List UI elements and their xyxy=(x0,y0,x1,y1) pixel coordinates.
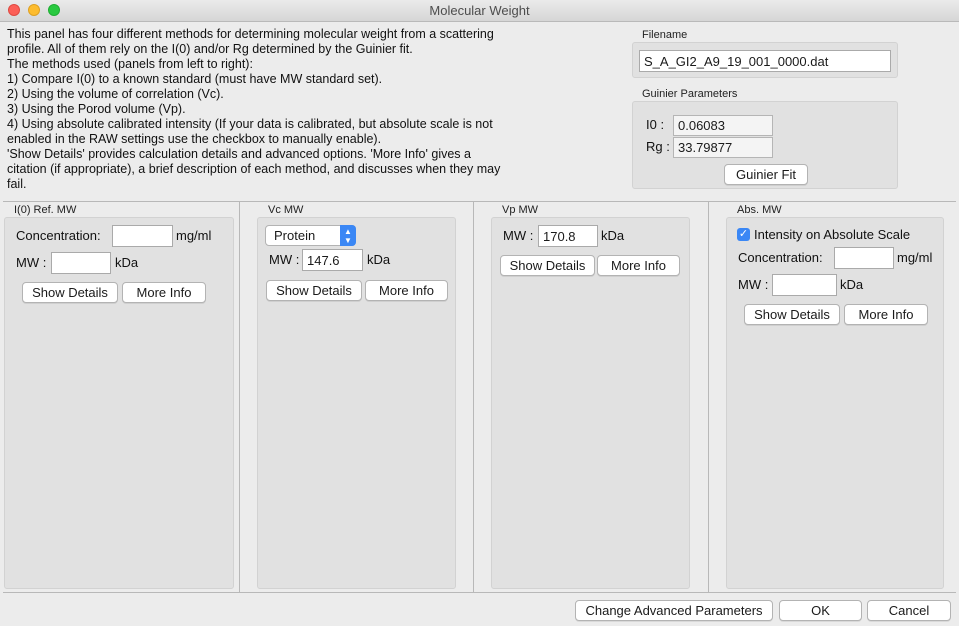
abs-mw-title: Abs. MW xyxy=(737,204,782,216)
vc-mw-panel: Protein ▲ ▼ MW : 147.6 kDa Show Details M… xyxy=(257,217,456,589)
description-line: This panel has four different methods fo… xyxy=(7,27,494,41)
top-separator xyxy=(3,201,956,202)
chevron-up-down-icon: ▲ ▼ xyxy=(340,225,356,246)
i0-ref-mw-title: I(0) Ref. MW xyxy=(14,204,77,216)
abs-more-info-button[interactable]: More Info xyxy=(844,304,928,325)
rg-value: 33.79877 xyxy=(673,137,773,158)
vp-more-info-button[interactable]: More Info xyxy=(597,255,680,276)
abs-mw-input[interactable] xyxy=(772,274,837,296)
vp-mw-unit: kDa xyxy=(601,228,625,243)
abs-mw-unit: kDa xyxy=(840,277,864,292)
abs-concentration-label: Concentration: xyxy=(738,250,823,265)
description-line: 3) Using the Porod volume (Vp). xyxy=(7,102,186,116)
description-line: 2) Using the volume of correlation (Vc). xyxy=(7,87,224,101)
i0-concentration-label: Concentration: xyxy=(16,228,101,243)
filename-field[interactable]: S_A_GI2_A9_19_001_0000.dat xyxy=(639,50,891,72)
vp-mw-input[interactable]: 170.8 xyxy=(538,225,598,247)
bottom-separator xyxy=(3,592,956,593)
panel-divider xyxy=(473,202,474,592)
checkmark-icon: ✓ xyxy=(738,228,749,240)
description-line: 'Show Details' provides calculation deta… xyxy=(7,147,471,161)
vc-mw-title: Vc MW xyxy=(268,204,304,216)
abs-mw-panel: ✓ Intensity on Absolute Scale Concentrat… xyxy=(726,217,944,589)
vp-show-details-button[interactable]: Show Details xyxy=(500,255,595,276)
vp-mw-panel: MW : 170.8 kDa Show Details More Info xyxy=(491,217,690,589)
description-text: This panel has four different methods fo… xyxy=(7,27,567,192)
i0-label: I0 : xyxy=(646,117,665,132)
i0-concentration-unit: mg/ml xyxy=(176,228,212,243)
abs-mw-label: MW : xyxy=(738,277,769,292)
description-line: profile. All of them rely on the I(0) an… xyxy=(7,42,413,56)
description-line: fail. xyxy=(7,177,27,191)
abs-concentration-input[interactable] xyxy=(834,247,894,269)
vp-mw-label: MW : xyxy=(503,228,534,243)
panel-divider xyxy=(708,202,709,592)
vc-mw-unit: kDa xyxy=(367,252,391,267)
description-line: 4) Using absolute calibrated intensity (… xyxy=(7,117,493,131)
vc-mw-label: MW : xyxy=(269,252,300,267)
ok-button[interactable]: OK xyxy=(779,600,862,621)
i0-mw-input[interactable] xyxy=(51,252,111,274)
i0-show-details-button[interactable]: Show Details xyxy=(22,282,118,303)
i0-concentration-input[interactable] xyxy=(112,225,173,247)
rg-label: Rg : xyxy=(646,139,670,154)
cancel-button[interactable]: Cancel xyxy=(867,600,951,621)
absolute-scale-label[interactable]: Intensity on Absolute Scale xyxy=(754,227,910,242)
filename-label: Filename xyxy=(642,29,688,41)
abs-concentration-unit: mg/ml xyxy=(897,250,933,265)
description-line: citation (if appropriate), a brief descr… xyxy=(7,162,501,176)
i0-mw-unit: kDa xyxy=(115,255,139,270)
molecule-type-selected: Protein xyxy=(274,228,316,243)
molecule-type-select[interactable]: Protein ▲ ▼ xyxy=(265,225,356,246)
guinier-parameters-box: I0 : 0.06083 Rg : 33.79877 Guinier Fit xyxy=(632,101,898,189)
window-title: Molecular Weight xyxy=(429,3,530,18)
i0-value: 0.06083 xyxy=(673,115,773,136)
vc-show-details-button[interactable]: Show Details xyxy=(266,280,362,301)
i0-more-info-button[interactable]: More Info xyxy=(122,282,206,303)
title-bar: Molecular Weight xyxy=(0,0,959,22)
i0-mw-label: MW : xyxy=(16,255,47,270)
vp-mw-title: Vp MW xyxy=(502,204,539,216)
guinier-fit-button[interactable]: Guinier Fit xyxy=(724,164,808,185)
change-advanced-parameters-button[interactable]: Change Advanced Parameters xyxy=(575,600,773,621)
vc-more-info-button[interactable]: More Info xyxy=(365,280,448,301)
vc-mw-input[interactable]: 147.6 xyxy=(302,249,363,271)
absolute-scale-checkbox[interactable]: ✓ xyxy=(737,228,750,241)
description-line: enabled in the RAW settings use the chec… xyxy=(7,132,382,146)
description-line: 1) Compare I(0) to a known standard (mus… xyxy=(7,72,383,86)
abs-show-details-button[interactable]: Show Details xyxy=(744,304,840,325)
guinier-parameters-label: Guinier Parameters xyxy=(642,88,738,100)
description-line: The methods used (panels from left to ri… xyxy=(7,57,253,71)
panel-divider xyxy=(239,202,240,592)
filename-box: S_A_GI2_A9_19_001_0000.dat xyxy=(632,42,898,78)
i0-ref-mw-panel: Concentration: mg/ml MW : kDa Show Detai… xyxy=(4,217,234,589)
